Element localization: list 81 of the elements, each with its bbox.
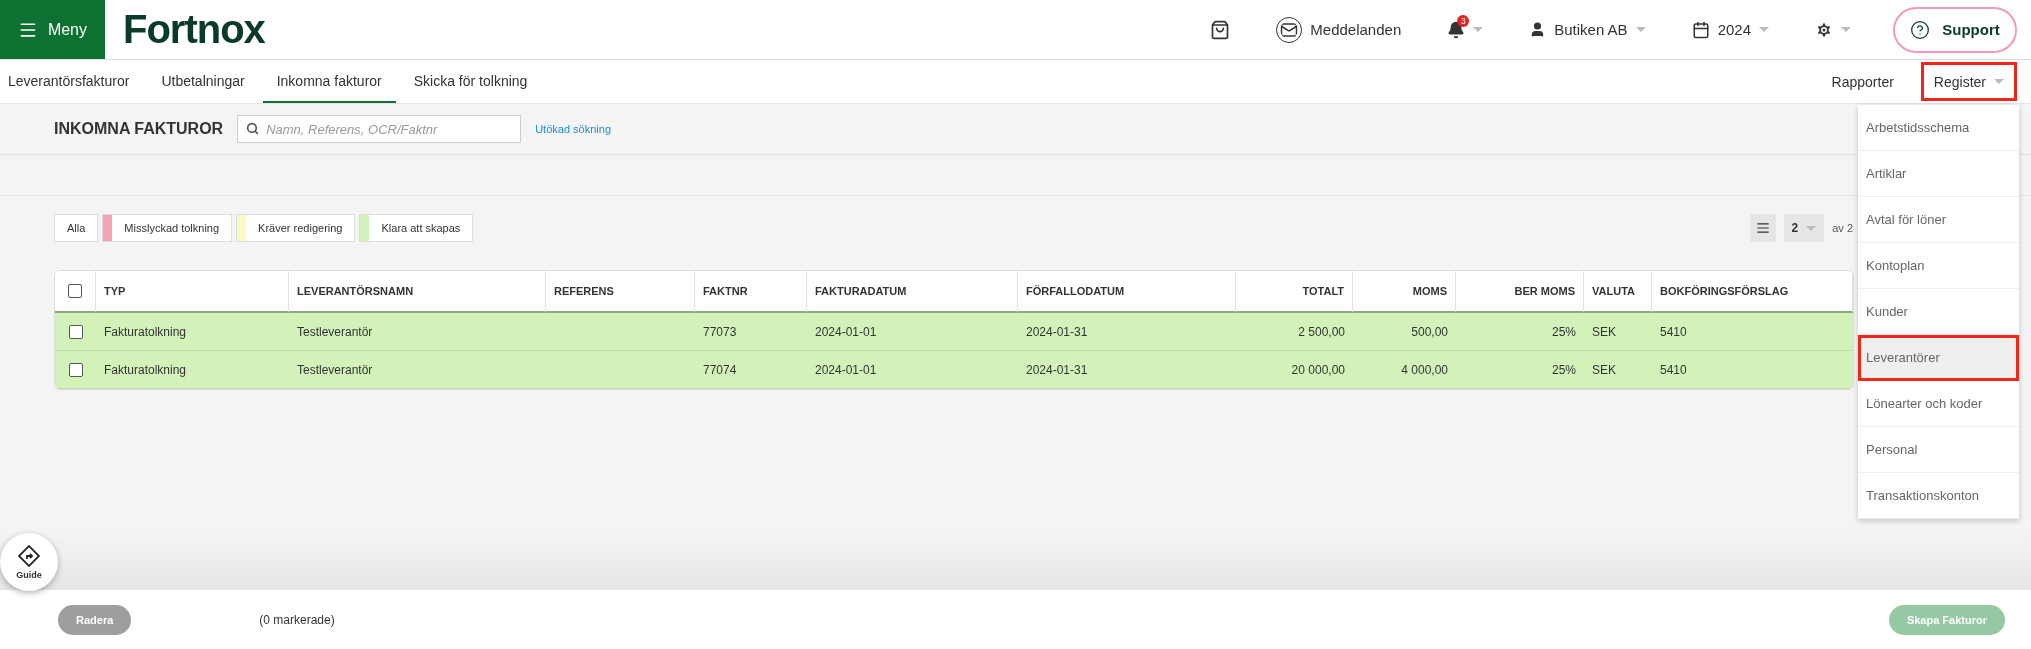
tab[interactable]: Skicka för tolkning	[399, 60, 542, 103]
list-icon	[1755, 221, 1770, 235]
tab[interactable]: Utbetalningar	[147, 60, 259, 103]
table-cell: 25%	[1551, 324, 1576, 339]
settings-icon	[1815, 20, 1833, 39]
menu-item[interactable]: Leverantörer	[1858, 335, 2019, 381]
logo: Fortnox	[123, 7, 265, 52]
column-header: LEVERANTÖRSNAMN	[289, 271, 546, 313]
table-cell: 25%	[1551, 362, 1576, 377]
menu-item[interactable]: Personal	[1858, 427, 2019, 473]
table-cell: 2024-01-01	[815, 362, 877, 377]
company-button[interactable]: Butiken AB	[1525, 17, 1650, 42]
tab[interactable]: Leverantörsfakturor	[0, 60, 144, 103]
filter-button[interactable]: Kräver redigering	[236, 214, 356, 242]
help-icon	[1910, 19, 1931, 40]
year-button[interactable]: 2024	[1687, 16, 1773, 43]
table-cell: 500,00	[1411, 324, 1448, 339]
notifications-button[interactable]: 3	[1443, 16, 1488, 43]
table-cell: 4 000,00	[1401, 362, 1448, 377]
menu-item[interactable]: Arbetstidsschema	[1858, 105, 2019, 151]
table-cell: 2 500,00	[1298, 324, 1345, 339]
caret-icon	[1841, 27, 1851, 32]
menu-item[interactable]: Transaktionskonton	[1858, 473, 2019, 519]
table-cell: 77073	[703, 324, 737, 339]
table-cell: 5410	[1660, 362, 1687, 377]
table-cell: Testleverantör	[297, 362, 373, 377]
column-header: TOTALT	[1236, 271, 1353, 313]
menu-item[interactable]: Avtal för löner	[1858, 197, 2019, 243]
calendar-icon	[1691, 20, 1710, 39]
column-header: MOMS	[1353, 271, 1456, 313]
table-cell: Testleverantör	[297, 324, 373, 339]
turn-sign-icon	[17, 544, 41, 568]
table-cell: SEK	[1592, 324, 1616, 339]
table-cell: 2024-01-31	[1026, 362, 1088, 377]
caret-icon	[1994, 79, 2004, 84]
caret-icon	[1759, 27, 1769, 32]
tab[interactable]: Inkomna fakturor	[262, 60, 396, 103]
bell-icon	[1447, 20, 1466, 39]
menu-tab[interactable]: Rapporter	[1818, 62, 1907, 101]
menu-tab[interactable]: Register	[1920, 62, 2017, 101]
filter-button[interactable]: Misslyckad tolkning	[102, 214, 233, 242]
caret-icon	[1473, 27, 1484, 32]
table-cell: Fakturatolkning	[104, 324, 187, 339]
list-view-button[interactable]	[1749, 214, 1776, 242]
filter-button[interactable]: Alla	[54, 214, 99, 242]
table-cell: SEK	[1592, 362, 1616, 377]
selected-count: (0 markerade)	[259, 612, 335, 627]
table-cell: Fakturatolkning	[104, 362, 187, 377]
support-button[interactable]: Support	[1893, 6, 2017, 53]
page-total: av 2	[1832, 222, 1853, 234]
checkbox[interactable]	[68, 284, 82, 299]
search-icon	[246, 122, 260, 135]
menu-button[interactable]: Meny	[0, 0, 105, 59]
column-header: VALUTA	[1584, 271, 1652, 313]
filter-button[interactable]: Klara att skapas	[359, 214, 474, 242]
column-header: TYP	[96, 271, 289, 313]
messages-button[interactable]: Meddelanden	[1272, 12, 1406, 47]
menu-item[interactable]: Lönearter och koder	[1858, 381, 2019, 427]
table-cell: 77074	[703, 362, 737, 377]
page-select[interactable]: 2	[1783, 214, 1825, 242]
column-header: BER MOMS	[1456, 271, 1584, 313]
table-cell: 5410	[1660, 324, 1687, 339]
shopping-bag-icon	[1210, 19, 1231, 40]
menu-item[interactable]: Kunder	[1858, 289, 2019, 335]
table-cell: 2024-01-31	[1026, 324, 1088, 339]
notification-count: 3	[1457, 14, 1470, 27]
page-title: INKOMNA FAKTUROR	[54, 120, 224, 138]
caret-icon	[1806, 225, 1817, 231]
checkbox[interactable]	[68, 362, 83, 377]
table-cell: 20 000,00	[1291, 362, 1345, 377]
menu-item[interactable]: Kontoplan	[1858, 243, 2019, 289]
menu-item[interactable]: Artiklar	[1858, 151, 2019, 197]
column-header: FAKTNR	[695, 271, 807, 313]
column-header: FAKTURADATUM	[807, 271, 1018, 313]
column-header: BOKFÖRINGSFÖRSLAG	[1652, 271, 1853, 313]
search-field[interactable]: Namn, Referens, OCR/Faktnr	[237, 115, 522, 143]
column-header: FÖRFALLODATUM	[1018, 271, 1236, 313]
table-cell: 2024-01-01	[815, 324, 877, 339]
column-header: REFERENS	[546, 271, 695, 313]
caret-icon	[1635, 27, 1646, 32]
checkbox[interactable]	[68, 324, 83, 339]
